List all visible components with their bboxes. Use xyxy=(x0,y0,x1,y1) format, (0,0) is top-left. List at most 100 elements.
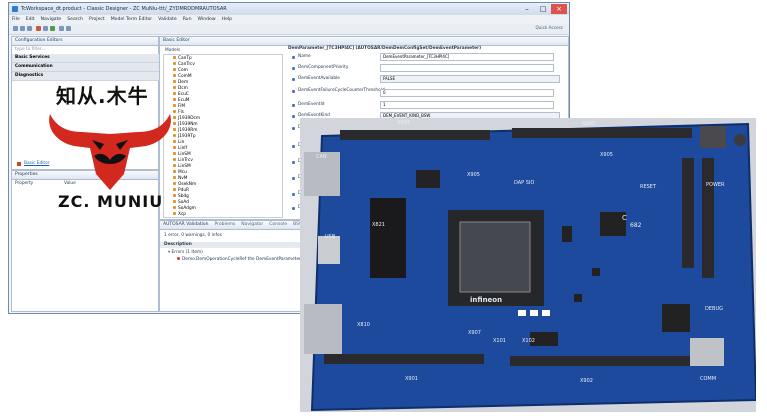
param-icon xyxy=(292,145,295,148)
build-icon[interactable] xyxy=(36,26,41,31)
silk-usb: USB xyxy=(325,234,336,240)
module-icon xyxy=(173,86,176,89)
component-priority-field[interactable] xyxy=(380,64,554,72)
menu-help[interactable]: Help xyxy=(222,17,232,22)
tab-console[interactable]: Console xyxy=(269,222,287,227)
tree-item[interactable]: Xcp xyxy=(172,211,186,219)
silk-can: CAN xyxy=(316,154,327,160)
silk-power: POWER xyxy=(706,182,725,188)
new-icon[interactable] xyxy=(13,26,18,31)
module-icon xyxy=(173,98,176,101)
silk-x904: X904 xyxy=(397,120,410,126)
module-icon xyxy=(173,80,176,83)
silk-debug: DEBUG xyxy=(705,306,723,312)
silk-x901: X901 xyxy=(405,376,418,382)
module-icon xyxy=(173,56,176,59)
module-icon xyxy=(173,206,176,209)
tree-item-label: Xcp xyxy=(178,212,187,217)
models-tree: CanTp CanTrcv Com ComM Dem Dcm EcuC EcuM… xyxy=(163,54,283,218)
save-icon[interactable] xyxy=(20,26,25,31)
param-icon xyxy=(292,78,295,81)
event-available-select[interactable]: FALSE xyxy=(380,75,560,83)
silk-x905: X905 xyxy=(600,152,613,158)
errors-group[interactable]: ▾ Errors (1 Item) xyxy=(168,250,203,255)
models-label: Models xyxy=(165,48,181,53)
module-icon xyxy=(173,194,176,197)
param-icon xyxy=(292,90,295,93)
quick-access[interactable]: Quick Access xyxy=(535,25,563,30)
column-property: Property xyxy=(15,181,34,186)
parameter-header: DemParameter_[TC3HPI4C] (AUTOSAR/DemDemC… xyxy=(288,46,482,51)
window-title: TcWorkspace_dt.product - Classic Designe… xyxy=(21,6,227,12)
silk-x907: X907 xyxy=(468,330,481,336)
menu-search[interactable]: Search xyxy=(67,17,83,22)
tab-navigator[interactable]: Navigator xyxy=(241,222,263,227)
menu-navigate[interactable]: Navigate xyxy=(41,17,62,22)
event-id-field[interactable]: 1 xyxy=(380,101,554,109)
param-label-name: Name xyxy=(298,54,311,59)
name-field[interactable]: DemEventParameter_[TC3HPI4C] xyxy=(380,53,554,61)
silk-c: C xyxy=(622,214,627,222)
failure-cycle-field[interactable]: 0 xyxy=(380,89,554,97)
param-icon xyxy=(292,207,295,210)
silk-x102: X102 xyxy=(522,338,535,344)
module-icon xyxy=(173,212,176,215)
dev-board-illustration xyxy=(304,122,756,412)
tab-configuration-editors[interactable]: Configuration Editors xyxy=(12,37,158,46)
toolbar xyxy=(9,24,569,35)
param-label-event-id: DemEventId xyxy=(298,102,325,107)
silk-x905-b: X905 xyxy=(467,172,480,178)
param-icon xyxy=(292,67,295,70)
close-icon[interactable]: × xyxy=(551,4,567,14)
param-label-failure-cycle: DemEventFailureCycleCounterThreshold xyxy=(298,88,385,93)
module-icon xyxy=(173,74,176,77)
silk-reset: RESET xyxy=(640,184,657,190)
back-icon[interactable] xyxy=(59,26,64,31)
silk-dap: DAP SIO xyxy=(514,180,535,186)
validate-icon[interactable] xyxy=(43,26,48,31)
param-icon xyxy=(292,56,295,59)
silk-comm: COMM xyxy=(700,376,717,382)
minimize-icon[interactable]: – xyxy=(519,4,535,14)
section-label: Diagnostics xyxy=(15,73,44,78)
maximize-icon[interactable]: □ xyxy=(535,4,551,14)
param-icon xyxy=(292,161,295,164)
param-icon xyxy=(292,115,295,118)
filter-input[interactable]: type to filter... xyxy=(15,47,45,52)
bull-logo-icon xyxy=(49,114,171,190)
module-icon xyxy=(173,92,176,95)
editor-icon xyxy=(17,162,21,166)
param-icon xyxy=(292,177,295,180)
menu-window[interactable]: Window xyxy=(198,17,216,22)
title-bar: TcWorkspace_dt.product - Classic Designe… xyxy=(9,3,569,15)
silk-x902: X902 xyxy=(580,378,593,384)
silk-x810: X810 xyxy=(357,322,370,328)
menu-edit[interactable]: Edit xyxy=(26,17,35,22)
column-description: Description xyxy=(160,242,314,248)
forward-icon[interactable] xyxy=(66,26,71,31)
silk-x903: X903 xyxy=(582,121,595,127)
run-icon[interactable] xyxy=(50,26,55,31)
tab-basic-editor[interactable]: Basic Editor xyxy=(160,37,568,46)
section-basic-services[interactable]: Basic Services xyxy=(12,54,161,63)
menu-bar: File Edit Navigate Search Project Model Term … xyxy=(9,15,569,24)
menu-project[interactable]: Project xyxy=(89,17,105,22)
menu-run[interactable]: Run xyxy=(183,17,192,22)
logo-english-text: ZC. MUNIU xyxy=(58,192,164,211)
silk-x821: X821 xyxy=(372,222,385,228)
section-communication[interactable]: Communication xyxy=(12,63,161,72)
param-icon xyxy=(292,193,295,196)
silk-682: 682 xyxy=(630,222,642,229)
menu-validate[interactable]: Validate xyxy=(158,17,177,22)
param-label-component-priority: DemComponentPriority xyxy=(298,65,349,70)
infineon-logo: infineon xyxy=(470,296,503,304)
menu-model-term-editor[interactable]: Model Term Editor xyxy=(111,17,152,22)
tab-autosar-validation[interactable]: AUTOSAR Validation xyxy=(163,222,208,227)
print-icon[interactable] xyxy=(27,26,32,31)
param-label-event-available: DemEventAvailable xyxy=(298,76,340,81)
menu-file[interactable]: File xyxy=(12,17,20,22)
module-icon xyxy=(173,68,176,71)
param-icon xyxy=(292,127,295,130)
tab-problems[interactable]: Problems xyxy=(214,222,235,227)
module-icon xyxy=(173,200,176,203)
